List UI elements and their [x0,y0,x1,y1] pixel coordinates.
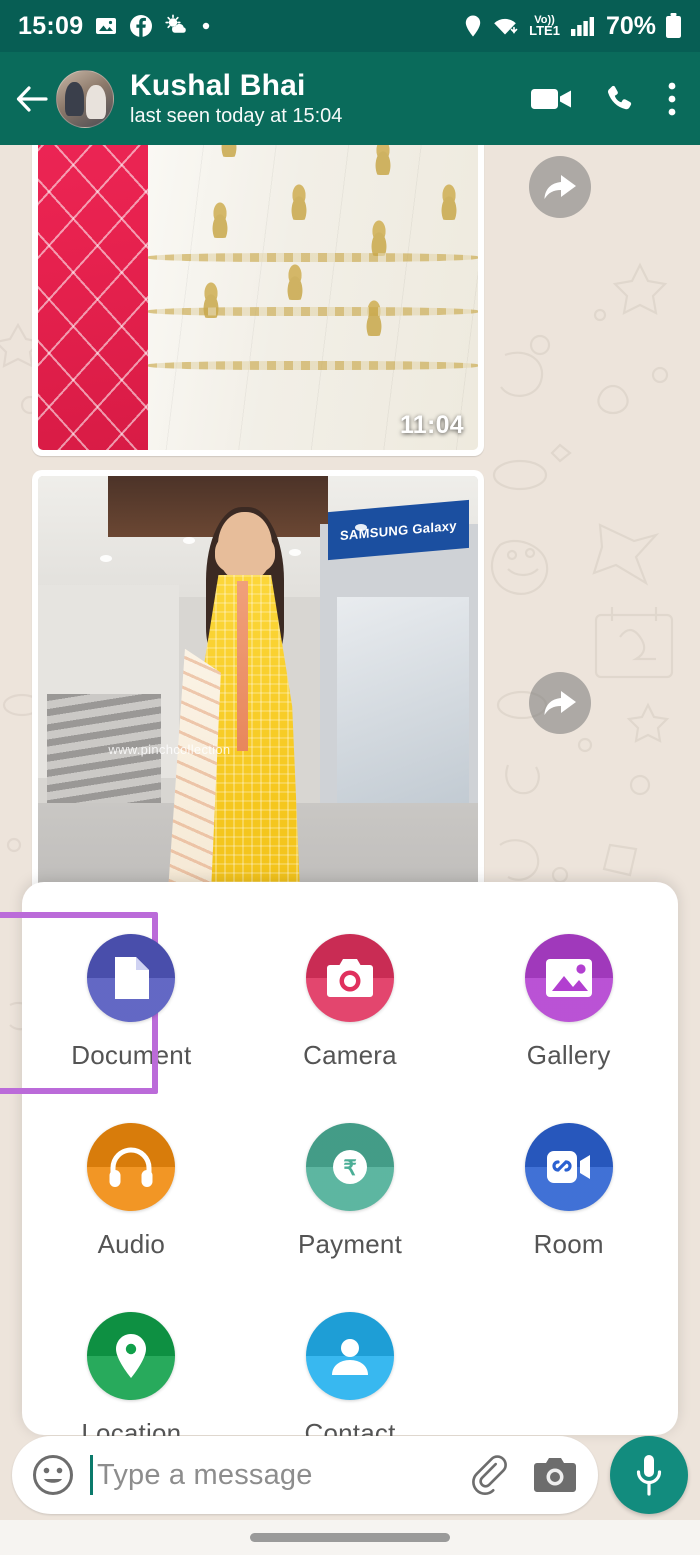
location-icon [463,14,483,38]
status-bar: 15:09 Vo)) LTE1 70% [0,0,700,52]
headphones-icon [87,1123,176,1211]
battery-percentage: 70% [605,11,656,40]
back-button[interactable] [8,76,54,122]
attachment-label: Payment [297,1229,402,1259]
attachment-label: Room [533,1229,604,1259]
attachment-option-payment[interactable]: ₹ Payment [241,1107,460,1270]
message-input-field[interactable]: Type a message [12,1436,598,1514]
overflow-menu-icon[interactable] [666,81,678,117]
voice-call-icon[interactable] [604,83,636,115]
image-message-bubble[interactable]: 11:04 [32,145,484,456]
rupee-icon: ₹ [305,1123,394,1211]
camera-icon[interactable] [534,1456,576,1494]
forward-button[interactable] [529,156,591,218]
attachment-grid: Document Camera Gallery Audio ₹ Payment … [0,912,678,1459]
svg-text:₹: ₹ [343,1157,356,1180]
contact-status: last seen today at 15:04 [130,105,343,128]
attachment-option-room[interactable]: Room [459,1107,678,1270]
attachment-option-audio[interactable]: Audio [22,1107,241,1270]
contact-info[interactable]: Kushal Bhai last seen today at 15:04 [130,69,342,129]
attachment-label: Camera [303,1040,397,1070]
weather-icon [164,14,190,38]
contact-name: Kushal Bhai [130,68,306,102]
text-cursor [90,1455,93,1495]
home-gesture-pill[interactable] [250,1533,450,1542]
message-timestamp: 11:04 [399,411,464,439]
document-icon [87,934,176,1022]
attachment-option-camera[interactable]: Camera [241,918,460,1081]
signal-icon [569,14,597,38]
location-pin-icon [87,1312,176,1400]
battery-icon [665,13,682,39]
saree-photo[interactable]: 11:04 [38,145,478,450]
avatar[interactable] [56,69,114,128]
system-navigation-bar [0,1520,700,1555]
status-bar-right: Vo)) LTE1 70% [463,12,682,41]
volte-icon: Vo)) LTE1 [529,13,560,39]
attachment-option-gallery[interactable]: Gallery [459,918,678,1081]
image-icon [94,14,118,38]
photo-watermark: www.pinchcollection [108,742,231,758]
chat-header: Kushal Bhai last seen today at 15:04 [0,52,700,145]
facebook-icon [129,14,153,38]
whatsapp-chat-screen: 15:09 Vo)) LTE1 70% Kushal Bhai last see… [0,0,700,1555]
header-actions [530,81,684,117]
attachment-label: Audio [97,1229,166,1259]
message-placeholder: Type a message [97,1458,313,1491]
attachment-label: Gallery [526,1040,611,1070]
wifi-icon [492,14,520,38]
message-input-bar: Type a message [0,1430,700,1520]
dot-icon [201,21,211,31]
attachment-label: Document [71,1040,192,1070]
video-call-icon[interactable] [530,84,574,114]
camera-icon [305,934,394,1022]
room-video-icon [524,1123,613,1211]
status-bar-clock: 15:09 [18,11,84,40]
gallery-icon [524,934,613,1022]
forward-button[interactable] [529,672,591,734]
paperclip-icon[interactable] [468,1454,508,1496]
voice-record-button[interactable] [610,1436,688,1514]
attachment-panel[interactable]: Document Camera Gallery Audio ₹ Payment … [0,882,678,1448]
attachment-option-document[interactable]: Document [0,912,241,1094]
input-right-icons [468,1454,576,1496]
status-bar-left: 15:09 [18,12,211,41]
emoji-icon[interactable] [32,1454,74,1496]
person-icon [305,1312,394,1400]
